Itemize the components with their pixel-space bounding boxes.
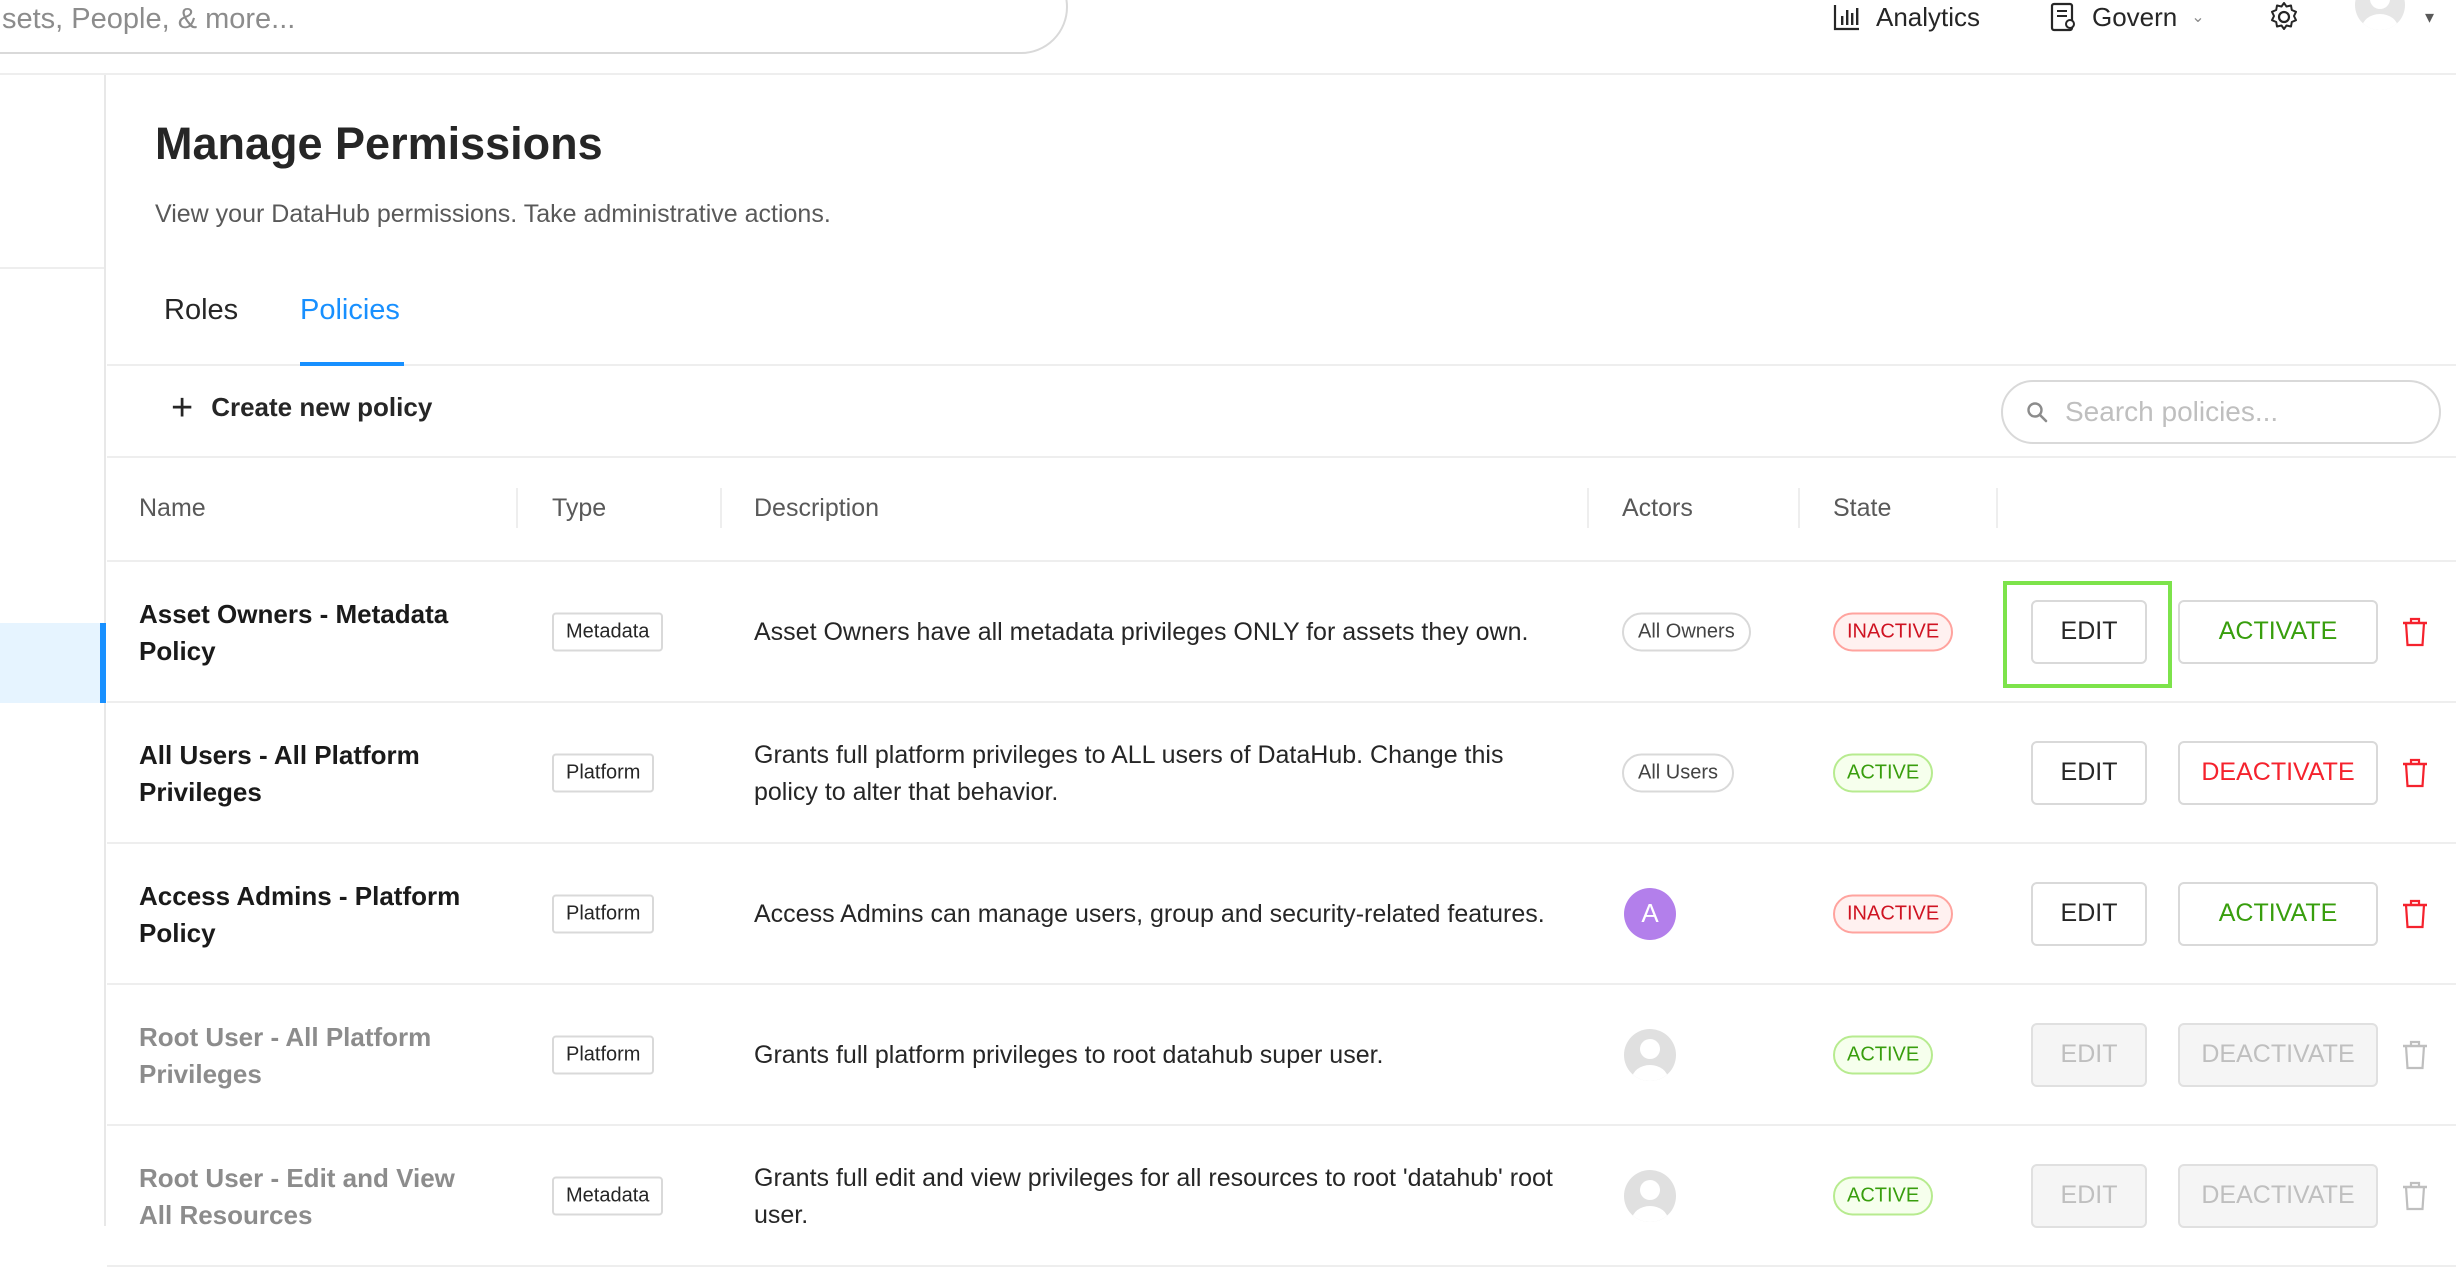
- column-divider: [1587, 488, 1589, 528]
- gear-icon: [2271, 2, 2297, 30]
- delete-button[interactable]: [2397, 612, 2433, 652]
- caret-down-icon: ▾: [2425, 6, 2435, 27]
- left-sidebar: [0, 75, 106, 1226]
- actor-avatar[interactable]: [1624, 1169, 1676, 1222]
- table-row: Asset Owners - Metadata Policy Metadata …: [107, 562, 2456, 703]
- policy-type-tag: Platform: [552, 1035, 655, 1074]
- edit-button[interactable]: EDIT: [2031, 881, 2147, 946]
- avatar: [2355, 0, 2405, 30]
- policies-toolbar: + Create new policy: [107, 366, 2456, 458]
- activate-button[interactable]: ACTIVATE: [2178, 881, 2378, 946]
- global-search-bar[interactable]: sets, People, & more...: [0, 0, 1068, 54]
- policy-description: Grants full edit and view privileges for…: [754, 1163, 1553, 1229]
- tab-policies[interactable]: Policies: [300, 294, 400, 327]
- deactivate-button: DEACTIVATE: [2178, 1022, 2378, 1087]
- top-header: sets, People, & more... Analytics Govern…: [0, 0, 2456, 75]
- column-header-description: Description: [754, 494, 880, 522]
- status-badge: ACTIVE: [1833, 1035, 1934, 1074]
- table-row: All Users - All Platform Privileges Plat…: [107, 703, 2456, 844]
- user-icon: [1632, 1038, 1668, 1081]
- user-icon: [2362, 0, 2398, 30]
- plus-icon: +: [171, 386, 194, 429]
- delete-button: [2397, 1176, 2433, 1216]
- nav-analytics-label: Analytics: [1876, 1, 1981, 32]
- column-divider: [720, 488, 722, 528]
- chevron-down-icon: ⌄: [2191, 9, 2205, 26]
- policy-type-tag: Metadata: [552, 1176, 664, 1215]
- page-title: Manage Permissions: [155, 118, 603, 169]
- column-header-state: State: [1833, 494, 1892, 522]
- policy-name[interactable]: Access Admins - Platform Policy: [139, 844, 469, 985]
- column-divider: [1798, 488, 1800, 528]
- activate-button[interactable]: ACTIVATE: [2178, 599, 2378, 664]
- tab-roles[interactable]: Roles: [164, 294, 238, 327]
- status-badge: INACTIVE: [1833, 612, 1954, 651]
- user-icon: [1632, 1179, 1668, 1222]
- policy-search-input[interactable]: [2063, 395, 2403, 429]
- trash-icon: [2403, 1040, 2427, 1069]
- sidebar-active-indicator: [100, 623, 106, 703]
- deactivate-button[interactable]: DEACTIVATE: [2178, 740, 2378, 805]
- edit-button[interactable]: EDIT: [2031, 740, 2147, 805]
- status-badge: INACTIVE: [1833, 894, 1954, 933]
- nav-govern-label: Govern: [2092, 1, 2178, 32]
- nav-analytics[interactable]: Analytics: [1832, 0, 1980, 34]
- actor-avatar[interactable]: A: [1624, 887, 1676, 940]
- policy-description: Asset Owners have all metadata privilege…: [754, 618, 1529, 646]
- policy-search-box[interactable]: [2001, 380, 2441, 444]
- nav-govern[interactable]: Govern ⌄: [2050, 0, 2205, 34]
- tab-bar: Roles Policies: [107, 280, 2456, 366]
- policy-type-tag: Metadata: [552, 612, 664, 651]
- status-badge: ACTIVE: [1833, 1176, 1934, 1215]
- sidebar-divider: [0, 267, 104, 269]
- column-header-actors: Actors: [1622, 494, 1693, 522]
- table-row: Root User - All Platform Privileges Plat…: [107, 985, 2456, 1126]
- deactivate-button: DEACTIVATE: [2178, 1163, 2378, 1228]
- edit-button: EDIT: [2031, 1022, 2147, 1087]
- edit-button: EDIT: [2031, 1163, 2147, 1228]
- delete-button[interactable]: [2397, 894, 2433, 934]
- column-header-name: Name: [139, 494, 206, 522]
- trash-icon: [2403, 899, 2427, 928]
- trash-icon: [2403, 1181, 2427, 1210]
- column-header-type: Type: [552, 494, 607, 522]
- column-divider: [516, 488, 518, 528]
- edit-button[interactable]: EDIT: [2031, 599, 2147, 664]
- create-policy-button[interactable]: + Create new policy: [171, 386, 433, 429]
- status-badge: ACTIVE: [1833, 753, 1934, 792]
- search-icon: [2027, 402, 2048, 423]
- policy-type-tag: Platform: [552, 753, 655, 792]
- policy-name[interactable]: Root User - Edit and View All Resources: [139, 1126, 469, 1267]
- trash-icon: [2403, 617, 2427, 646]
- create-policy-label: Create new policy: [211, 392, 433, 422]
- policy-description: Grants full platform privileges to ALL u…: [754, 740, 1504, 806]
- settings-button[interactable]: [2268, 0, 2300, 34]
- policy-description: Access Admins can manage users, group an…: [754, 900, 1545, 928]
- column-divider: [1996, 488, 1998, 528]
- table-row: Root User - Edit and View All Resources …: [107, 1126, 2456, 1267]
- table-header: Name Type Description Actors State: [107, 458, 2456, 562]
- policy-description: Grants full platform privileges to root …: [754, 1041, 1384, 1069]
- policy-name[interactable]: Root User - All Platform Privileges: [139, 985, 469, 1126]
- page-subtitle: View your DataHub permissions. Take admi…: [155, 200, 831, 228]
- global-search-placeholder: sets, People, & more...: [2, 3, 296, 35]
- user-menu[interactable]: ▾: [2355, 0, 2434, 34]
- policy-type-tag: Platform: [552, 894, 655, 933]
- policy-name[interactable]: Asset Owners - Metadata Policy: [139, 562, 469, 703]
- policy-name[interactable]: All Users - All Platform Privileges: [139, 703, 469, 844]
- sidebar-item-permissions[interactable]: [0, 623, 106, 703]
- actor-tag: All Owners: [1622, 612, 1751, 651]
- actor-tag: All Users: [1622, 753, 1735, 792]
- actor-avatar[interactable]: [1624, 1028, 1676, 1081]
- delete-button: [2397, 1035, 2433, 1075]
- document-icon: [2050, 2, 2075, 32]
- bar-chart-icon: [1833, 5, 1859, 31]
- table-row: Access Admins - Platform Policy Platform…: [107, 844, 2456, 985]
- trash-icon: [2403, 758, 2427, 787]
- delete-button[interactable]: [2397, 753, 2433, 793]
